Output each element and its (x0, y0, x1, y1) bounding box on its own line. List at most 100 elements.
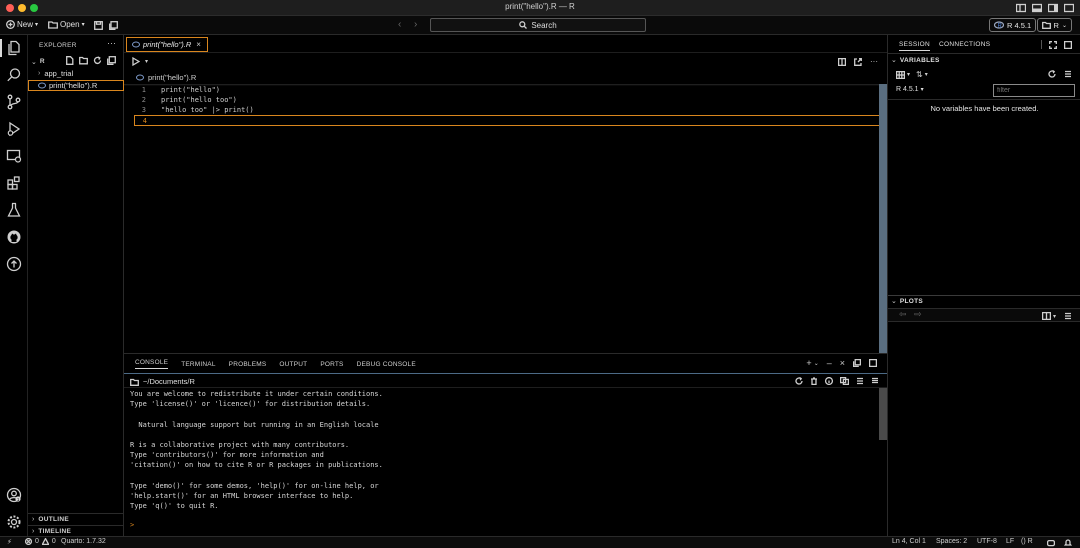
outline-section[interactable]: › OUTLINE (28, 513, 124, 524)
language-mode[interactable]: () R (1021, 538, 1033, 545)
publish-upload-icon[interactable] (6, 256, 22, 272)
switch-interpreter-icon[interactable] (840, 377, 849, 385)
collapse-all-icon[interactable] (107, 56, 116, 65)
indentation[interactable]: Spaces: 2 (936, 538, 967, 545)
remote-indicator-icon[interactable]: ⚡ (7, 538, 12, 546)
source-control-icon[interactable] (6, 94, 22, 110)
code-lines[interactable]: 1 print("hello") 2 print("hello too") 3 … (134, 85, 886, 126)
r-session-selector[interactable]: R 4.5.1 ▾ (896, 86, 924, 93)
clear-plots-icon[interactable] (1064, 312, 1072, 320)
more-actions-icon[interactable]: ··· (870, 58, 878, 66)
open-external-icon[interactable] (854, 58, 862, 66)
console-prompt[interactable]: > (130, 521, 134, 529)
expand-icon[interactable] (1049, 40, 1057, 49)
new-button[interactable]: New ▾ (6, 20, 38, 29)
end-of-line[interactable]: LF (1006, 538, 1014, 545)
add-console-icon[interactable]: + (806, 358, 811, 368)
console-scrollbar[interactable] (879, 388, 887, 440)
maximize-pane-icon[interactable] (1064, 40, 1072, 49)
restart-icon[interactable] (795, 377, 803, 385)
clear-console-icon[interactable] (856, 377, 864, 385)
chevron-down-icon: ⌄ (891, 57, 897, 64)
open-button[interactable]: Open ▾ (48, 20, 85, 29)
console-list-icon[interactable] (871, 377, 879, 385)
tab-connections[interactable]: CONNECTIONS (939, 41, 990, 48)
tab-terminal[interactable]: TERMINAL (181, 361, 215, 368)
split-editor-icon[interactable] (838, 58, 846, 66)
editor-tab-active[interactable]: print("hello").R × (126, 37, 208, 52)
testing-flask-icon[interactable] (6, 202, 22, 218)
extensions-icon[interactable] (6, 175, 22, 191)
refresh-icon[interactable] (93, 56, 102, 65)
layout-sidebar-icon[interactable] (1016, 3, 1026, 13)
console-line: Type 'contributors()' for more informati… (130, 451, 324, 460)
chevron-down-icon[interactable]: ▾ (145, 58, 148, 65)
minimize-panel-icon[interactable]: – (827, 358, 832, 368)
save-all-icon[interactable] (109, 21, 118, 30)
variables-section-header[interactable]: ⌄ VARIABLES (891, 56, 940, 65)
tab-ports[interactable]: PORTS (320, 361, 343, 368)
close-panel-icon[interactable]: × (840, 358, 845, 368)
layout-panel-icon[interactable] (1032, 3, 1042, 13)
tab-output[interactable]: OUTPUT (279, 361, 307, 368)
grid-view-icon[interactable] (896, 70, 905, 79)
search-icon[interactable] (6, 67, 22, 83)
settings-gear-icon[interactable] (6, 514, 22, 530)
remote-explorer-icon[interactable] (6, 148, 22, 164)
editor-tab-strip (124, 35, 887, 53)
r-version-button[interactable]: R R 4.5.1 (989, 18, 1037, 32)
close-icon[interactable]: × (196, 40, 201, 49)
variables-filter-input[interactable] (993, 84, 1075, 97)
maximize-panel-icon[interactable] (869, 359, 877, 367)
layout-secondary-icon[interactable] (1048, 3, 1058, 13)
explorer-files-icon[interactable] (6, 40, 22, 56)
refresh-icon[interactable] (1048, 70, 1056, 78)
github-icon[interactable] (6, 229, 22, 245)
editor-scrollbar[interactable] (879, 84, 887, 353)
forward-arrow-icon[interactable]: › (414, 19, 417, 30)
encoding[interactable]: UTF-8 (977, 538, 997, 545)
project-button[interactable]: R ⌄ (1037, 18, 1072, 32)
account-icon[interactable]: 1 (6, 487, 22, 503)
tab-debug-console[interactable]: DEBUG CONSOLE (357, 361, 416, 368)
clear-list-icon[interactable] (1064, 70, 1072, 78)
save-icon[interactable] (94, 21, 103, 30)
run-debug-icon[interactable] (6, 121, 22, 137)
tab-problems[interactable]: PROBLEMS (229, 361, 267, 368)
tree-item-file[interactable]: print("hello").R (28, 80, 124, 91)
cursor-position[interactable]: Ln 4, Col 1 (892, 538, 926, 545)
sort-icon[interactable]: ⇅ (916, 70, 923, 79)
variables-empty-message: No variables have been created. (930, 104, 1039, 113)
trash-icon[interactable] (810, 377, 818, 385)
plot-layout-icon[interactable] (1041, 312, 1051, 320)
chevron-down-icon[interactable]: ⌄ (814, 360, 819, 367)
console-output[interactable]: You are welcome to redistribute it under… (130, 389, 870, 511)
info-icon[interactable] (825, 377, 833, 385)
quarto-version[interactable]: Quarto: 1.7.32 (61, 538, 106, 545)
tab-session[interactable]: SESSION (899, 41, 930, 51)
notifications-bell-icon[interactable] (1064, 539, 1072, 547)
back-arrow-icon[interactable]: ‹ (398, 19, 401, 30)
customize-layout-icon[interactable] (1064, 3, 1074, 13)
new-folder-icon[interactable] (79, 56, 88, 65)
command-search-box[interactable]: Search (430, 18, 646, 32)
run-play-icon[interactable] (132, 57, 140, 66)
breadcrumb[interactable]: print("hello").R (136, 73, 196, 82)
tab-console[interactable]: CONSOLE (135, 359, 169, 369)
timeline-section[interactable]: › TIMELINE (28, 525, 124, 536)
previous-plot-icon[interactable]: ⇦ (899, 309, 907, 320)
problems-indicator[interactable]: 0 0 (25, 538, 56, 545)
next-plot-icon[interactable]: ⇨ (914, 309, 922, 320)
plots-section-header[interactable]: ⌄ PLOTS (891, 297, 923, 306)
variables-toolbar: ▾ ⇅ ▾ (896, 70, 928, 79)
tree-item-folder[interactable]: › app_trial (28, 68, 124, 79)
restore-panel-icon[interactable] (853, 359, 861, 367)
more-actions-icon[interactable]: ··· (107, 38, 116, 48)
chevron-down-icon[interactable]: ▾ (907, 71, 910, 78)
chevron-down-icon[interactable]: ▾ (1053, 313, 1056, 320)
new-file-icon[interactable] (66, 56, 74, 65)
copilot-icon[interactable] (1047, 539, 1055, 547)
editor-area: ▾ ··· print("hello").R 1 print("hello") … (124, 35, 887, 353)
chevron-down-icon[interactable]: ▾ (925, 71, 928, 78)
